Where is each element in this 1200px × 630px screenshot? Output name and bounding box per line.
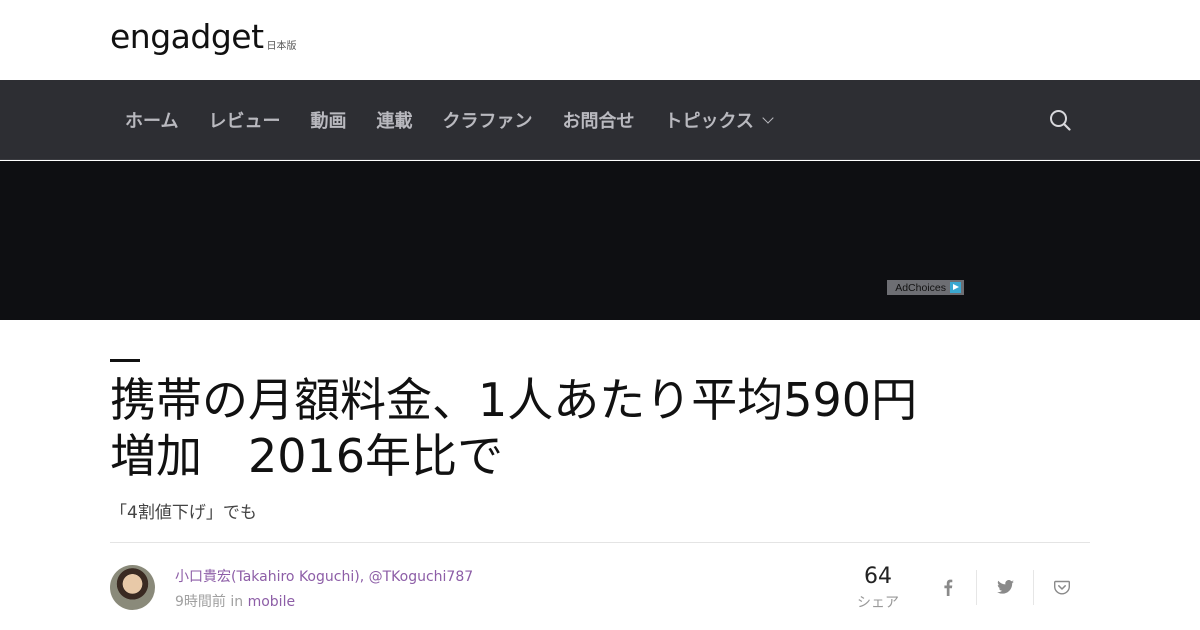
- byline-divider: [110, 542, 1090, 543]
- nav-item-label: 連載: [376, 111, 413, 132]
- site-header: engadget 日本版: [0, 0, 1200, 80]
- search-button[interactable]: [1048, 108, 1072, 132]
- nav-item-label: レビュー: [208, 111, 281, 132]
- main-nav: ホーム レビュー 動画 連載 クラファン お問合せ トピックス: [0, 80, 1200, 160]
- article-title-line-2: 増加 2016年比で: [110, 429, 504, 483]
- logo-text: engadget: [110, 17, 264, 56]
- nav-item-label: クラファン: [442, 111, 533, 132]
- nav-item-topics[interactable]: トピックス: [649, 107, 786, 133]
- facebook-share-button[interactable]: [920, 570, 976, 604]
- title-accent-rule: [110, 359, 140, 362]
- adchoices-label: AdChoices: [895, 281, 946, 294]
- adchoices-button[interactable]: AdChoices: [887, 280, 964, 295]
- in-label: in: [230, 594, 244, 610]
- ad-banner: [0, 161, 1200, 320]
- search-icon: [1050, 110, 1071, 131]
- nav-item-label: トピックス: [664, 111, 754, 132]
- nav-item-crowdfunding[interactable]: クラファン: [427, 107, 547, 133]
- share-count-number: 64: [864, 564, 892, 589]
- author-handle-link[interactable]: @TKoguchi787: [369, 569, 474, 585]
- facebook-icon: [944, 579, 953, 596]
- nav-item-reviews[interactable]: レビュー: [193, 107, 295, 133]
- share-count-label: シェア: [857, 595, 899, 611]
- share-count: 64 シェア: [846, 564, 910, 612]
- author-avatar[interactable]: [110, 565, 155, 610]
- author-line: 小口貴宏(Takahiro Koguchi), @TKoguchi787: [175, 566, 473, 586]
- author-name-link[interactable]: 小口貴宏(Takahiro Koguchi): [175, 569, 360, 585]
- nav-item-label: お問合せ: [562, 111, 635, 132]
- article-subtitle: 「4割値下げ」でも: [110, 503, 257, 523]
- nav-item-series[interactable]: 連載: [361, 107, 427, 133]
- logo-region: 日本版: [266, 41, 297, 52]
- article-title-line-1: 携帯の月額料金、1人あたり平均590円: [110, 373, 918, 427]
- nav-item-videos[interactable]: 動画: [295, 107, 361, 133]
- nav-item-home[interactable]: ホーム: [110, 107, 193, 133]
- nav-item-contact[interactable]: お問合せ: [547, 107, 649, 133]
- twitter-icon: [996, 580, 1014, 594]
- nav-item-label: ホーム: [125, 111, 179, 132]
- adchoices-icon: [950, 282, 961, 293]
- engadget-logo[interactable]: engadget 日本版: [110, 20, 297, 54]
- article-title: 携帯の月額料金、1人あたり平均590円 増加 2016年比で: [110, 372, 1010, 484]
- publish-time: 9時間前: [175, 594, 226, 610]
- pocket-share-button[interactable]: [1034, 570, 1090, 604]
- author-separator: ,: [359, 569, 365, 585]
- twitter-share-button[interactable]: [977, 570, 1033, 604]
- article-meta: 9時間前 in mobile: [175, 591, 295, 611]
- pocket-icon: [1054, 580, 1070, 594]
- chevron-down-icon: [762, 111, 774, 124]
- nav-item-label: 動画: [310, 111, 347, 132]
- category-link[interactable]: mobile: [248, 594, 295, 610]
